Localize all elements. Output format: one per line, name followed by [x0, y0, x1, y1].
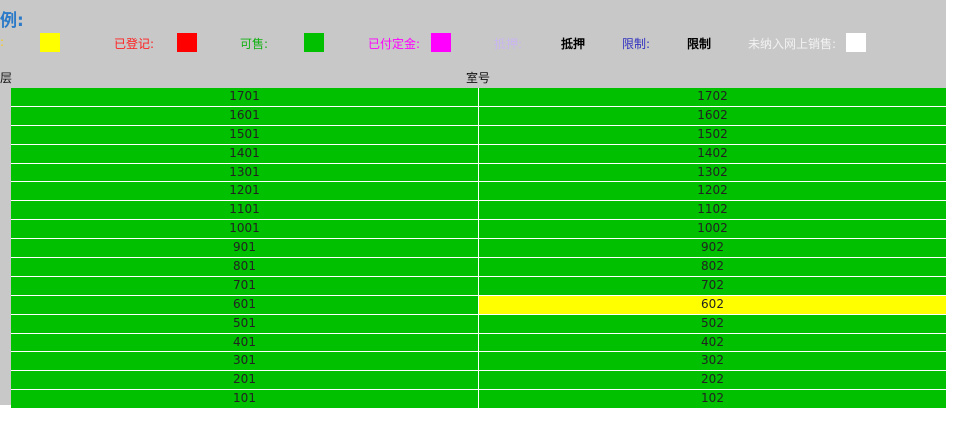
legend-swatch-pending — [40, 33, 60, 52]
table-row: 501 502 — [11, 314, 946, 334]
unit-cell[interactable]: 1602 — [479, 106, 946, 126]
legend-text-mortgage: 抵押 — [561, 37, 586, 51]
legend-label-pending: : — [0, 35, 5, 49]
legend-swatch-registered — [177, 33, 197, 52]
table-row: 1501 1502 — [11, 125, 946, 145]
unit-cell[interactable]: 302 — [479, 352, 946, 372]
legend-swatch-not-online — [846, 33, 866, 52]
legend-label-mortgage: 抵押: — [494, 37, 523, 51]
unit-cell[interactable]: 202 — [479, 371, 946, 391]
table-row: 1201 1202 — [11, 182, 946, 202]
column-header-room: 室号 — [466, 71, 491, 85]
unit-cell[interactable]: 402 — [479, 333, 946, 353]
unit-cell[interactable]: 301 — [11, 352, 479, 372]
column-header-floor: 层 — [0, 71, 13, 85]
unit-cell[interactable]: 1102 — [479, 201, 946, 221]
unit-cell[interactable]: 601 — [11, 295, 479, 315]
table-row: 1401 1402 — [11, 144, 946, 164]
unit-cell[interactable]: 101 — [11, 390, 479, 410]
table-row: 1001 1002 — [11, 220, 946, 240]
unit-cell[interactable]: 1701 — [11, 88, 479, 107]
legend-label-restricted: 限制: — [622, 37, 651, 51]
unit-cell[interactable]: 1502 — [479, 125, 946, 145]
unit-cell[interactable]: 1402 — [479, 144, 946, 164]
table-row: 1601 1602 — [11, 106, 946, 126]
table-row: 201 202 — [11, 371, 946, 391]
unit-cell[interactable]: 401 — [11, 333, 479, 353]
unit-cell[interactable]: 201 — [11, 371, 479, 391]
table-row: 1101 1102 — [11, 201, 946, 221]
legend-swatch-deposit — [431, 33, 451, 52]
table-row: 601 602 — [11, 295, 946, 315]
unit-cell[interactable]: 801 — [11, 258, 479, 277]
unit-cell[interactable]: 1501 — [11, 125, 479, 145]
unit-grid: 1701 1702 1601 1602 1501 1502 1401 1402 1301 1302… — [11, 88, 946, 410]
unit-cell[interactable]: 501 — [11, 314, 479, 334]
legend-label-registered: 已登记: — [114, 37, 155, 51]
legend-swatch-available — [304, 33, 324, 52]
unit-cell[interactable]: 902 — [479, 239, 946, 259]
unit-cell[interactable]: 602 — [479, 295, 946, 315]
legend-text-restricted: 限制 — [687, 37, 712, 51]
legend-label-not-online: 未纳入网上销售: — [748, 37, 837, 51]
table-row: 901 902 — [11, 239, 946, 259]
housing-status-panel: 例: : 已登记: 可售: 已付定金: 抵押: 抵押 限制: 限制 未纳入网上销… — [0, 0, 946, 410]
unit-cell[interactable]: 1702 — [479, 88, 946, 107]
table-row: 401 402 — [11, 333, 946, 353]
unit-cell[interactable]: 502 — [479, 314, 946, 334]
table-row: 801 802 — [11, 258, 946, 277]
legend-title: 例: — [0, 11, 24, 31]
unit-cell[interactable]: 1302 — [479, 163, 946, 183]
unit-cell[interactable]: 701 — [11, 276, 479, 296]
unit-cell[interactable]: 1201 — [11, 182, 479, 202]
legend-label-available: 可售: — [240, 37, 269, 51]
unit-cell[interactable]: 1301 — [11, 163, 479, 183]
table-row: 101 102 — [11, 390, 946, 410]
table-row: 701 702 — [11, 276, 946, 296]
unit-cell[interactable]: 1101 — [11, 201, 479, 221]
unit-cell[interactable]: 102 — [479, 390, 946, 410]
unit-cell[interactable]: 1202 — [479, 182, 946, 202]
table-row: 301 302 — [11, 352, 946, 372]
table-row: 1701 1702 — [11, 88, 946, 107]
unit-cell[interactable]: 702 — [479, 276, 946, 296]
unit-cell[interactable]: 1401 — [11, 144, 479, 164]
legend-label-deposit: 已付定金: — [368, 37, 421, 51]
legend-row: : 已登记: 可售: 已付定金: 抵押: 抵押 限制: 限制 未纳入网上销售: — [0, 33, 946, 53]
unit-cell[interactable]: 1001 — [11, 220, 479, 240]
table-row: 1301 1302 — [11, 163, 946, 183]
unit-cell[interactable]: 901 — [11, 239, 479, 259]
unit-cell[interactable]: 802 — [479, 258, 946, 277]
unit-cell[interactable]: 1002 — [479, 220, 946, 240]
unit-cell[interactable]: 1601 — [11, 106, 479, 126]
